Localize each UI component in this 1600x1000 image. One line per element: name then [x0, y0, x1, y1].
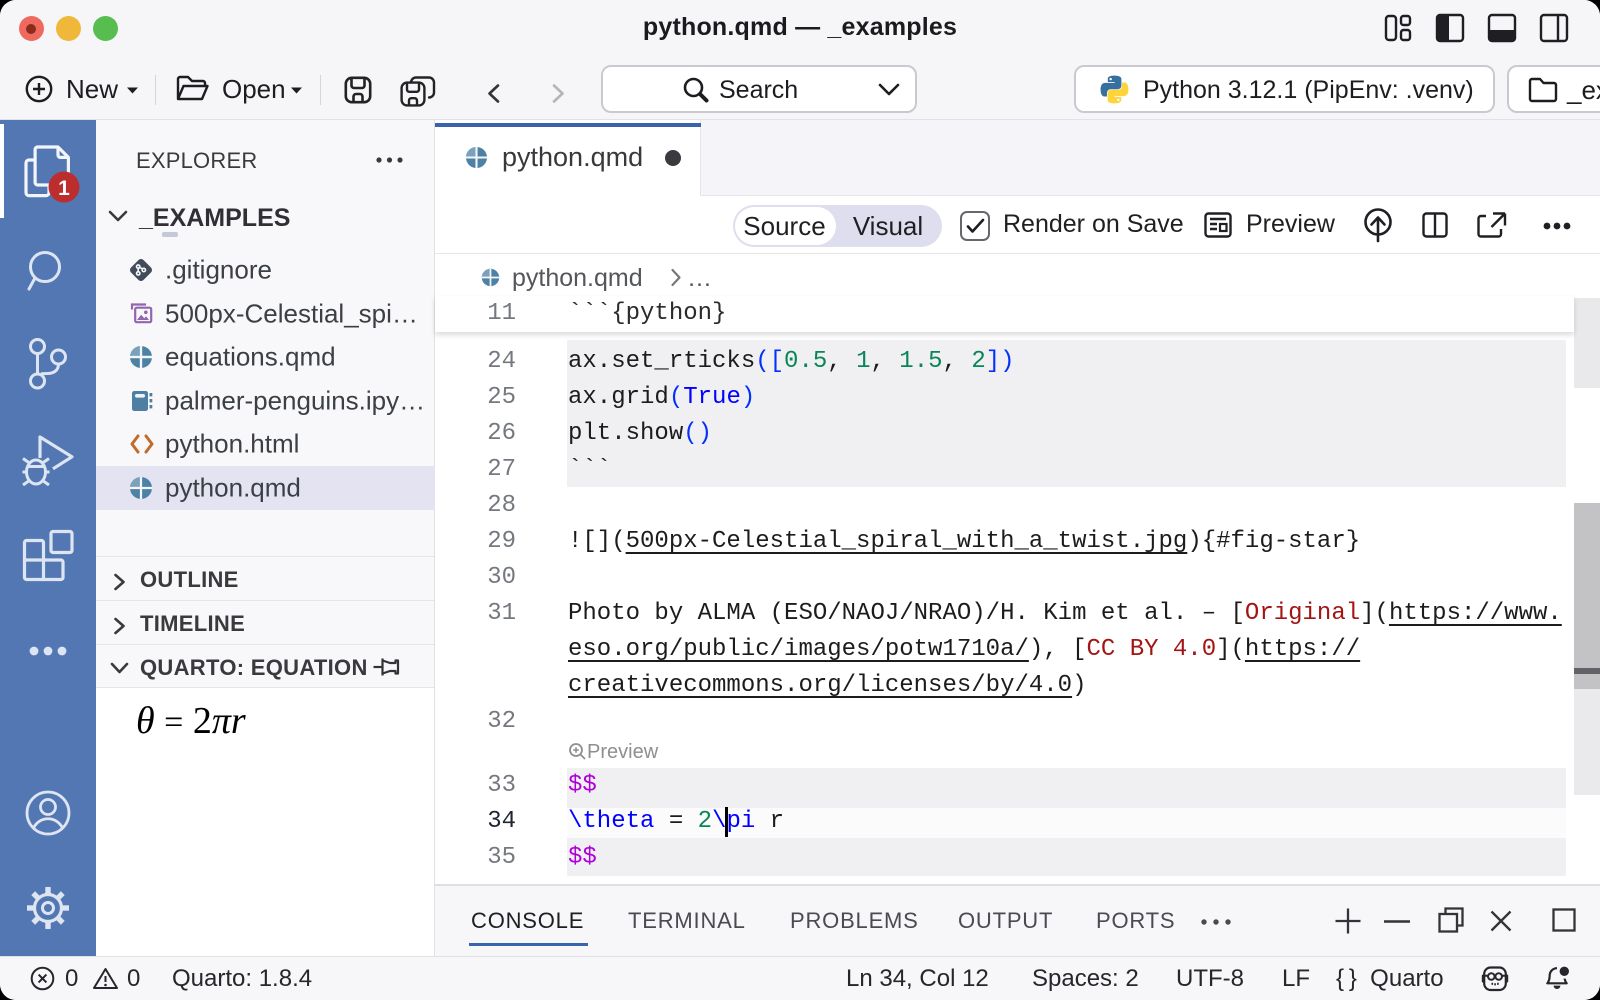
svg-text:1: 1 — [58, 177, 70, 200]
